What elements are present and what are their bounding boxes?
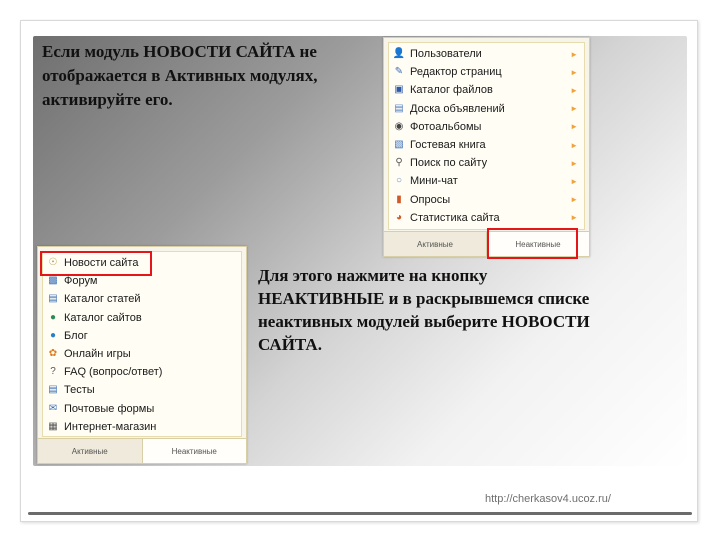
module-label: Мини-чат <box>410 175 458 188</box>
mail-form-icon: ✉ <box>48 402 58 414</box>
module-label: Опросы <box>410 193 451 206</box>
module-item-shop[interactable]: ▦ Интернет-магазин <box>43 418 241 436</box>
arrow-right-icon: ► <box>570 158 578 168</box>
articles-icon: ▤ <box>48 293 58 305</box>
module-label: Доска объявлений <box>410 102 505 115</box>
highlight-news-item <box>40 251 152 276</box>
module-label: Блог <box>64 329 88 342</box>
module-item-users[interactable]: 👤 Пользователи ► <box>389 45 584 63</box>
tests-icon: ▤ <box>48 384 58 396</box>
module-label: Пользователи <box>410 48 482 61</box>
source-url: http://cherkasov4.ucoz.ru/ <box>485 493 611 505</box>
module-item-page-editor[interactable]: ✎ Редактор страниц ► <box>389 63 584 81</box>
tab-inactive[interactable]: Неактивные <box>141 439 246 463</box>
instruction-line: отображается в Активных модулях, <box>42 66 318 85</box>
module-label: Тесты <box>64 384 95 397</box>
instruction-text-2: Для этого нажмите на кнопку НЕАКТИВНЫЕ и… <box>258 264 678 356</box>
arrow-right-icon: ► <box>570 67 578 77</box>
module-item-faq[interactable]: ? FAQ (вопрос/ответ) <box>43 363 241 381</box>
module-item-games[interactable]: ✿ Онлайн игры <box>43 345 241 363</box>
module-label: Поиск по сайту <box>410 157 488 170</box>
board-icon: ▤ <box>394 102 404 114</box>
module-item-polls[interactable]: ▮ Опросы ► <box>389 191 584 209</box>
user-icon: 👤 <box>392 48 406 60</box>
module-item-tests[interactable]: ▤ Тесты <box>43 381 241 399</box>
page-edit-icon: ✎ <box>394 66 404 78</box>
module-item-photo[interactable]: ◉ Фотоальбомы ► <box>389 118 584 136</box>
arrow-right-icon: ► <box>570 104 578 114</box>
blog-icon: ● <box>49 329 57 341</box>
arrow-right-icon: ► <box>570 122 578 132</box>
module-label: Онлайн игры <box>64 348 131 361</box>
slide-base-line <box>28 512 692 515</box>
module-item-stats[interactable]: ◕ Статистика сайта ► <box>389 209 584 227</box>
module-label: Гостевая книга <box>410 139 486 152</box>
module-item-blog[interactable]: ● Блог <box>43 327 241 345</box>
arrow-right-icon: ► <box>570 85 578 95</box>
arrow-right-icon: ► <box>570 140 578 150</box>
instruction-line: НЕАКТИВНЫЕ и в раскрывшемся списке <box>258 289 590 308</box>
instruction-line: Если модуль НОВОСТИ САЙТА не <box>42 42 317 61</box>
chat-icon: ○ <box>395 175 403 187</box>
search-icon: ⚲ <box>395 157 403 169</box>
book-icon: ▧ <box>394 139 404 151</box>
instruction-text-1: Если модуль НОВОСТИ САЙТА не отображаетс… <box>42 40 377 112</box>
tab-active[interactable]: Активные <box>38 439 142 463</box>
module-item-mail-forms[interactable]: ✉ Почтовые формы <box>43 400 241 418</box>
save-icon: ▣ <box>394 84 404 96</box>
module-label: Форум <box>64 275 98 288</box>
globe-icon: ● <box>49 311 57 323</box>
module-label: Фотоальбомы <box>410 120 482 133</box>
forum-icon: ▩ <box>48 275 58 287</box>
module-label: Почтовые формы <box>64 402 155 415</box>
module-item-board[interactable]: ▤ Доска объявлений ► <box>389 100 584 118</box>
module-label: Каталог файлов <box>410 84 493 97</box>
instruction-line: САЙТА. <box>258 335 322 354</box>
pie-chart-icon: ◕ <box>395 211 403 223</box>
instruction-line: активируйте его. <box>42 90 173 109</box>
module-item-file-catalog[interactable]: ▣ Каталог файлов ► <box>389 81 584 99</box>
module-tabs: Активные Неактивные <box>38 438 246 463</box>
module-list-area: ☉ Новости сайта ▩ Форум ▤ Каталог статей ● К… <box>42 251 242 437</box>
poll-chart-icon: ▮ <box>396 193 402 205</box>
module-item-articles[interactable]: ▤ Каталог статей <box>43 290 241 308</box>
module-list-area: 👤 Пользователи ► ✎ Редактор страниц ► ▣ Катал… <box>388 42 585 230</box>
faq-icon: ? <box>50 366 56 378</box>
shop-icon: ▦ <box>48 420 58 432</box>
module-label: FAQ (вопрос/ответ) <box>64 366 163 379</box>
camera-icon: ◉ <box>394 120 404 132</box>
instruction-line: неактивных модулей выберите НОВОСТИ <box>258 312 590 331</box>
active-modules-panel: 👤 Пользователи ► ✎ Редактор страниц ► ▣ Катал… <box>383 37 590 257</box>
module-item-minichat[interactable]: ○ Мини-чат ► <box>389 172 584 190</box>
arrow-right-icon: ► <box>570 176 578 186</box>
arrow-right-icon: ► <box>570 195 578 205</box>
module-item-guestbook[interactable]: ▧ Гостевая книга ► <box>389 136 584 154</box>
module-label: Статистика сайта <box>410 211 500 224</box>
module-label: Интернет-магазин <box>64 420 157 433</box>
inactive-modules-panel: ☉ Новости сайта ▩ Форум ▤ Каталог статей ● К… <box>37 246 247 464</box>
tab-active[interactable]: Активные <box>384 232 486 256</box>
highlight-inactive-tab <box>487 228 578 259</box>
module-label: Каталог сайтов <box>64 311 142 324</box>
module-item-search[interactable]: ⚲ Поиск по сайту ► <box>389 154 584 172</box>
games-icon: ✿ <box>48 348 58 360</box>
instruction-line: Для этого нажмите на кнопку <box>258 266 488 285</box>
arrow-right-icon: ► <box>570 49 578 59</box>
module-label: Каталог статей <box>64 293 141 306</box>
module-label: Редактор страниц <box>410 66 502 79</box>
arrow-right-icon: ► <box>570 213 578 223</box>
module-item-sites[interactable]: ● Каталог сайтов <box>43 309 241 327</box>
